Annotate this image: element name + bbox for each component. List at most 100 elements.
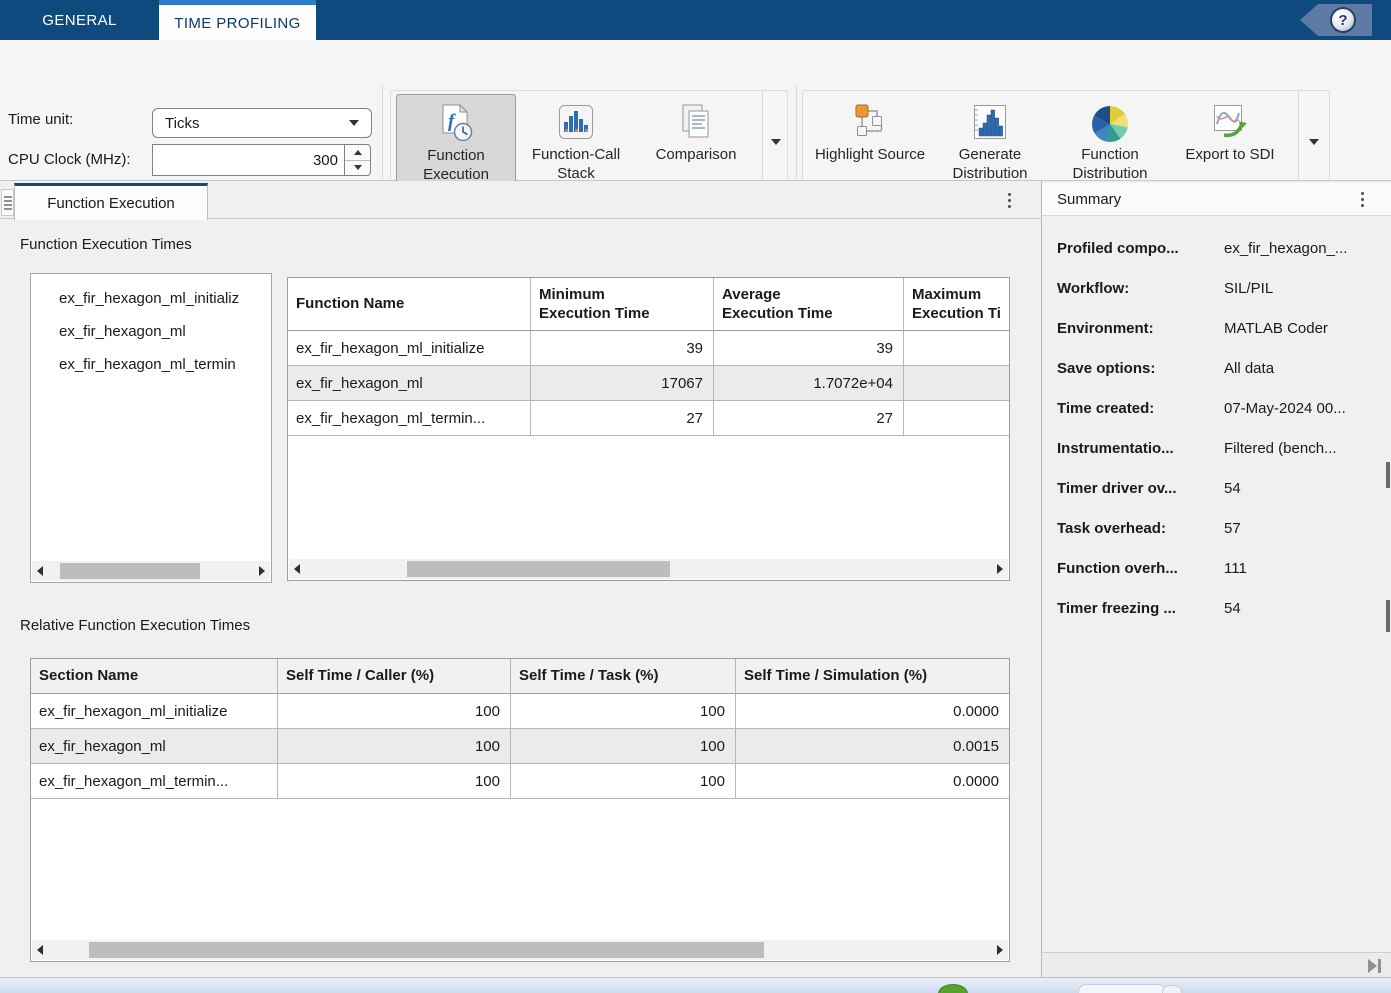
- scroll-left-button[interactable]: [32, 561, 48, 581]
- document-tab-function-execution[interactable]: Function Execution: [14, 183, 208, 220]
- generate-distribution-button[interactable]: Generate Distribution: [930, 94, 1050, 188]
- scroll-thumb[interactable]: [60, 563, 200, 579]
- export-to-sdi-button[interactable]: Export to SDI: [1170, 94, 1290, 188]
- triangle-up-icon: [354, 150, 362, 155]
- horizontal-scrollbar: [32, 561, 270, 581]
- taskbar-pill: [1078, 984, 1166, 993]
- help-icon: ?: [1330, 7, 1356, 33]
- spin-up-button[interactable]: [345, 145, 370, 161]
- scroll-thumb[interactable]: [89, 942, 764, 958]
- help-button[interactable]: ?: [1300, 4, 1372, 36]
- execution-times-table: Function Name Minimum Execution Time Ave…: [287, 277, 1010, 581]
- ribbon: Time unit: Ticks CPU Clock (MHz): SETTIN…: [0, 40, 1391, 181]
- triangle-left-icon: [37, 945, 43, 955]
- function-execution-panel: Function Execution Function Execution Ti…: [0, 181, 1041, 977]
- summary-entry: Task overhead: 57: [1042, 508, 1391, 548]
- scroll-left-button[interactable]: [289, 559, 305, 579]
- document-tabstrip: Function Execution: [0, 183, 1041, 219]
- export-to-sdi-icon: [1210, 94, 1250, 142]
- triangle-right-icon: [259, 566, 265, 576]
- analysis-gallery-dropdown[interactable]: [762, 91, 788, 192]
- cpu-clock-input[interactable]: [152, 144, 345, 176]
- function-distribution-button[interactable]: Function Distribution: [1050, 94, 1170, 188]
- scroll-left-button[interactable]: [32, 940, 48, 960]
- table-row[interactable]: ex_fir_hexagon_ml_initialize 100 100 0.0…: [31, 694, 1009, 729]
- list-item[interactable]: ex_fir_hexagon_ml_initializ: [31, 282, 271, 315]
- edge-scrollbar-thumb[interactable]: [1386, 462, 1390, 488]
- generate-distribution-button-label: Generate Distribution: [930, 145, 1050, 183]
- summary-entry: Workflow: SIL/PIL: [1042, 268, 1391, 308]
- column-header[interactable]: Average Execution Time: [714, 278, 904, 331]
- summary-panel: Summary Profiled compo... ex_fir_hexagon…: [1042, 181, 1391, 977]
- code-profile-analyzer-window: GENERAL TIME PROFILING ? Time unit: Tick…: [0, 0, 1391, 993]
- spin-down-button[interactable]: [345, 161, 370, 176]
- relative-times-table: Section Name Self Time / Caller (%) Self…: [30, 658, 1010, 962]
- summary-entry: Environment: MATLAB Coder: [1042, 308, 1391, 348]
- list-item[interactable]: ex_fir_hexagon_ml_termin: [31, 348, 271, 381]
- horizontal-scrollbar: [289, 559, 1008, 579]
- chevron-down-icon: [349, 120, 359, 126]
- tab-general[interactable]: GENERAL: [0, 0, 159, 40]
- time-unit-dropdown[interactable]: Ticks: [152, 108, 372, 138]
- function-execution-button[interactable]: f Function Execution: [396, 94, 516, 188]
- drag-grip-icon[interactable]: [1, 189, 14, 216]
- column-header[interactable]: Function Name: [288, 278, 531, 331]
- skip-to-end-icon[interactable]: [1368, 959, 1381, 973]
- highlight-source-button-label: Highlight Source: [815, 145, 925, 164]
- edge-scrollbar-thumb[interactable]: [1386, 600, 1390, 632]
- triangle-left-icon: [37, 566, 43, 576]
- table-row[interactable]: ex_fir_hexagon_ml_termin... 27 27: [288, 401, 1009, 436]
- column-header[interactable]: Self Time / Simulation (%): [736, 659, 1009, 694]
- summary-entry: Timer freezing ... 54: [1042, 588, 1391, 628]
- column-header[interactable]: Minimum Execution Time: [531, 278, 714, 331]
- panel-menu-kebab-icon[interactable]: [1000, 193, 1018, 208]
- table-row[interactable]: ex_fir_hexagon_ml 100 100 0.0015: [31, 729, 1009, 764]
- relative-times-heading: Relative Function Execution Times: [20, 617, 250, 634]
- summary-entry: Timer driver ov... 54: [1042, 468, 1391, 508]
- horizontal-scrollbar: [32, 940, 1008, 960]
- summary-entry: Instrumentatio... Filtered (bench...: [1042, 428, 1391, 468]
- highlight-source-button[interactable]: Highlight Source: [810, 94, 930, 188]
- taskbar-pill-small: [1162, 985, 1182, 993]
- scroll-right-button[interactable]: [992, 559, 1008, 579]
- chevron-down-icon: [771, 139, 781, 145]
- column-header[interactable]: Section Name: [31, 659, 278, 694]
- column-header[interactable]: Self Time / Caller (%): [278, 659, 511, 694]
- function-distribution-button-label: Function Distribution: [1050, 145, 1170, 183]
- table-row[interactable]: ex_fir_hexagon_ml_initialize 39 39: [288, 331, 1009, 366]
- tab-time-profiling[interactable]: TIME PROFILING: [159, 0, 316, 42]
- results-gallery-dropdown[interactable]: [1298, 91, 1328, 192]
- toolstrip-tab-bar: GENERAL TIME PROFILING ?: [0, 0, 1391, 40]
- export-to-sdi-button-label: Export to SDI: [1185, 145, 1274, 164]
- summary-bottom-bar: [1042, 952, 1391, 977]
- cpu-clock-label: CPU Clock (MHz):: [8, 151, 131, 168]
- scroll-thumb[interactable]: [407, 561, 670, 577]
- scroll-right-button[interactable]: [992, 940, 1008, 960]
- chevron-down-icon: [1309, 139, 1319, 145]
- function-execution-times-heading: Function Execution Times: [20, 236, 192, 253]
- highlight-source-icon: [850, 94, 890, 142]
- tab-general-label: GENERAL: [42, 12, 117, 29]
- summary-menu-kebab-icon[interactable]: [1353, 192, 1371, 207]
- triangle-left-icon: [294, 564, 300, 574]
- table-row[interactable]: ex_fir_hexagon_ml 17067 1.7072e+04: [288, 366, 1009, 401]
- column-header[interactable]: Maximum Execution Ti: [904, 278, 1009, 331]
- table-header-row: Section Name Self Time / Caller (%) Self…: [31, 659, 1009, 694]
- tab-time-profiling-label: TIME PROFILING: [174, 15, 300, 32]
- function-call-stack-button[interactable]: Function-Call Stack: [516, 94, 636, 188]
- summary-entry: Profiled compo... ex_fir_hexagon_...: [1042, 228, 1391, 268]
- comparison-icon: [676, 94, 716, 142]
- cpu-clock-spinner: [344, 144, 371, 176]
- scroll-right-button[interactable]: [254, 561, 270, 581]
- column-header[interactable]: Self Time / Task (%): [511, 659, 736, 694]
- table-row[interactable]: ex_fir_hexagon_ml_termin... 100 100 0.00…: [31, 764, 1009, 799]
- summary-entry: Save options: All data: [1042, 348, 1391, 388]
- list-item[interactable]: ex_fir_hexagon_ml: [31, 315, 271, 348]
- function-call-stack-button-label: Function-Call Stack: [516, 145, 636, 183]
- table-header-row: Function Name Minimum Execution Time Ave…: [288, 278, 1009, 331]
- function-call-stack-icon: [556, 94, 596, 142]
- time-unit-value: Ticks: [165, 115, 199, 132]
- summary-entry: Time created: 07-May-2024 00...: [1042, 388, 1391, 428]
- generate-distribution-icon: [970, 94, 1010, 142]
- comparison-button[interactable]: Comparison: [636, 94, 756, 188]
